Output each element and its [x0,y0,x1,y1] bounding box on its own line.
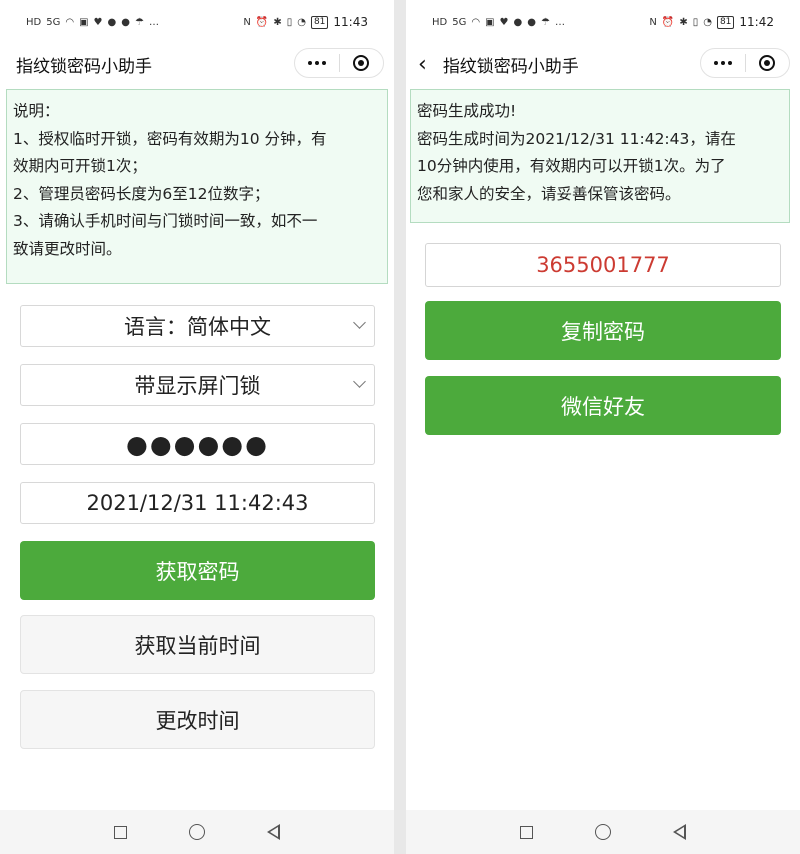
admin-password-input[interactable]: ●●●●●● [20,423,375,465]
nav-bar: ‹ 指纹锁密码小助手 [406,44,800,84]
copy-password-label: 复制密码 [561,319,645,344]
status-time: 11:43 [333,15,368,29]
status-time: 11:42 [739,15,774,29]
instructions-panel: 说明： 1、授权临时开锁，密码有效期为10 分钟，有 效期内可开锁1次； 2、管… [6,89,388,284]
message-line: 密码生成时间为2021/12/31 11:42:43，请在 [417,129,736,148]
more-dots-icon [307,61,326,65]
get-current-time-button[interactable]: 获取当前时间 [20,615,375,674]
recent-apps-icon[interactable] [114,825,127,839]
change-time-button[interactable]: 更改时间 [20,690,375,749]
more-button[interactable] [701,61,745,65]
speedometer-icon: ◔ [703,16,712,28]
message-line: 您和家人的安全，请妥善保管该密码。 [417,184,681,203]
chat-icon: ● [527,16,536,28]
target-circle-icon [353,55,370,71]
home-icon[interactable] [189,824,205,840]
more-dots-icon [713,61,732,65]
copy-password-button[interactable]: 复制密码 [425,301,781,360]
language-select[interactable]: 语言：简体中文 [20,305,375,347]
system-nav-bar [406,810,800,854]
back-chevron-icon[interactable]: ‹ [418,52,427,77]
home-icon[interactable] [595,824,611,840]
change-time-label: 更改时间 [155,708,240,733]
signal-5g-icon: 5G [452,16,467,28]
wifi-icon: ◠ [471,16,481,28]
nav-bar: 指纹锁密码小助手 [0,44,394,84]
status-bar: HD 5G ◠ ▣ ♥ ● ● ☂ … N ⏰ ✱ ▯ ◔ 81 11:43 [0,0,394,44]
miniprogram-capsule [700,48,790,78]
share-wechat-label: 微信好友 [561,394,645,419]
instructions-line: 1、授权临时开锁，密码有效期为10 分钟，有 [13,129,327,148]
generated-password: 3655001777 [425,243,781,287]
message-line: 密码生成成功! [417,102,517,120]
app-icon: ▣ [485,16,495,28]
system-nav-bar [0,810,394,854]
language-select-value: 语言：简体中文 [124,315,271,339]
message-line: 10分钟内使用，有效期内可以开锁1次。为了 [417,157,726,176]
vibrate-icon: ▯ [286,16,293,28]
app-icon: ▣ [79,16,89,28]
heart-icon: ♥ [93,16,103,28]
umbrella-icon: ☂ [134,16,144,28]
back-triangle-icon[interactable] [673,824,686,840]
signal-5g-icon: 5G [46,16,61,28]
more-icon: … [148,16,159,28]
chevron-down-icon [353,316,366,329]
alarm-icon: ⏰ [255,16,269,28]
page-title: 指纹锁密码小助手 [442,56,579,77]
battery-icon: 81 [310,15,329,29]
wifi-icon: ◠ [65,16,75,28]
hd-icon: HD [432,16,448,28]
left-phone-screen: HD 5G ◠ ▣ ♥ ● ● ☂ … N ⏰ ✱ ▯ ◔ 81 11:43 指… [0,0,394,854]
share-wechat-button[interactable]: 微信好友 [425,376,781,435]
instructions-line: 说明： [13,102,60,120]
hd-icon: HD [26,16,42,28]
success-message-panel: 密码生成成功! 密码生成时间为2021/12/31 11:42:43，请在 10… [410,89,790,223]
chat-icon: ● [121,16,130,28]
globe-icon: ● [107,16,117,28]
chevron-down-icon [353,375,366,388]
status-icons-right: N ⏰ ✱ ▯ ◔ 81 11:43 [243,15,368,29]
datetime-input[interactable]: 2021/12/31 11:42:43 [20,482,375,524]
close-miniprogram-button[interactable] [340,55,384,71]
status-icons-left: HD 5G ◠ ▣ ♥ ● ● ☂ … [432,17,565,28]
back-triangle-icon[interactable] [267,824,280,840]
instructions-line: 效期内可开锁1次； [13,157,147,176]
datetime-value: 2021/12/31 11:42:43 [86,491,309,515]
generated-password-value: 3655001777 [536,253,670,277]
lock-type-select[interactable]: 带显示屏门锁 [20,364,375,406]
battery-icon: 81 [716,15,735,29]
close-miniprogram-button[interactable] [746,55,790,71]
globe-icon: ● [513,16,523,28]
status-icons-left: HD 5G ◠ ▣ ♥ ● ● ☂ … [26,17,159,28]
heart-icon: ♥ [499,16,509,28]
right-phone-screen: HD 5G ◠ ▣ ♥ ● ● ☂ … N ⏰ ✱ ▯ ◔ 81 11:42 ‹… [406,0,800,854]
password-mask: ●●●●●● [126,429,269,459]
vibrate-icon: ▯ [692,16,699,28]
more-icon: … [554,16,565,28]
page-title: 指纹锁密码小助手 [16,56,152,77]
speedometer-icon: ◔ [297,16,306,28]
umbrella-icon: ☂ [540,16,550,28]
nfc-icon: N [649,16,657,28]
miniprogram-capsule [294,48,384,78]
instructions-line: 3、请确认手机时间与门锁时间一致，如不一 [13,212,318,231]
get-password-label: 获取密码 [155,559,240,584]
status-icons-right: N ⏰ ✱ ▯ ◔ 81 11:42 [649,15,774,29]
more-button[interactable] [295,61,339,65]
nfc-icon: N [243,16,251,28]
status-bar: HD 5G ◠ ▣ ♥ ● ● ☂ … N ⏰ ✱ ▯ ◔ 81 11:42 [406,0,800,44]
target-circle-icon [759,55,776,71]
get-current-time-label: 获取当前时间 [134,633,261,658]
lock-type-select-value: 带显示屏门锁 [134,374,261,398]
bluetooth-icon: ✱ [273,16,282,28]
alarm-icon: ⏰ [661,16,675,28]
bluetooth-icon: ✱ [679,16,688,28]
instructions-line: 2、管理员密码长度为6至12位数字； [13,184,270,203]
recent-apps-icon[interactable] [520,825,533,839]
get-password-button[interactable]: 获取密码 [20,541,375,600]
instructions-line: 致请更改时间。 [13,239,122,258]
